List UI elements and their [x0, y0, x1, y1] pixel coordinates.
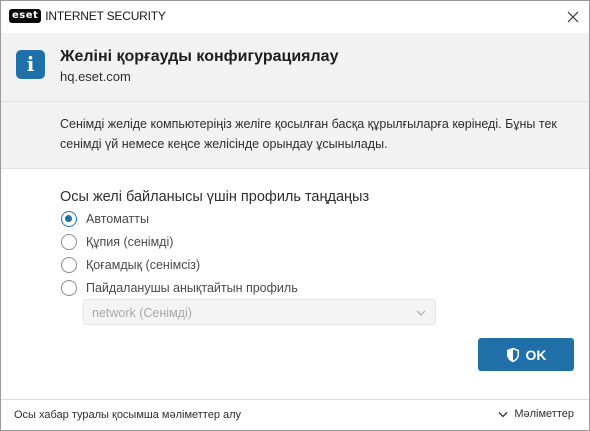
- close-button[interactable]: [563, 7, 583, 27]
- radio-label: Құпия (сенімді): [86, 235, 174, 249]
- custom-profile-select[interactable]: network (Сенімді): [83, 299, 436, 325]
- dialog-window: eset INTERNET SECURITY i Желіні қорғауды…: [0, 0, 590, 431]
- radio-custom-profile[interactable]: Пайдаланушы анықтайтын профиль: [61, 280, 298, 296]
- radio-button[interactable]: [61, 234, 77, 250]
- radio-label: Пайдаланушы анықтайтын профиль: [86, 281, 298, 295]
- title-bar: eset INTERNET SECURITY: [1, 1, 589, 33]
- radio-private[interactable]: Құпия (сенімді): [61, 234, 173, 250]
- product-name: INTERNET SECURITY: [45, 9, 166, 23]
- profile-heading: Осы желі байланысы үшін профиль таңдаңыз: [60, 189, 370, 205]
- ok-label: OK: [525, 346, 547, 363]
- info-icon: i: [16, 50, 45, 79]
- dialog-title: Желіні қорғауды конфигурациялау: [60, 48, 339, 65]
- radio-automatic[interactable]: Автоматты: [61, 211, 149, 227]
- shield-icon: [506, 347, 519, 362]
- details-toggle[interactable]: Мәліметтер: [498, 408, 574, 421]
- chevron-down-icon: [498, 412, 508, 418]
- dialog-header: i Желіні қорғауды конфигурациялау hq.ese…: [1, 33, 589, 101]
- details-label: Мәліметтер: [514, 408, 574, 420]
- chevron-down-icon: [416, 310, 426, 316]
- close-icon: [567, 11, 579, 23]
- ok-button[interactable]: OK: [478, 338, 574, 371]
- description-text: Сенімді желіде компьютеріңіз желіге қосы…: [60, 117, 557, 151]
- network-name: hq.eset.com: [60, 69, 131, 84]
- radio-label: Қоғамдық (сенімсіз): [86, 258, 201, 272]
- radio-button[interactable]: [61, 257, 77, 273]
- radio-button[interactable]: [61, 280, 77, 296]
- radio-public[interactable]: Қоғамдық (сенімсіз): [61, 257, 200, 273]
- radio-label: Автоматты: [86, 212, 149, 226]
- select-value: network (Сенімді): [92, 306, 192, 320]
- more-info-link[interactable]: Осы хабар туралы қосымша мәліметтер алу: [14, 409, 241, 422]
- radio-button[interactable]: [61, 211, 77, 227]
- eset-logo: eset: [9, 9, 42, 23]
- description-panel: Сенімді желіде компьютеріңіз желіге қосы…: [1, 101, 589, 169]
- dialog-footer: Осы хабар туралы қосымша мәліметтер алу …: [1, 399, 589, 430]
- brand: eset INTERNET SECURITY: [9, 9, 166, 23]
